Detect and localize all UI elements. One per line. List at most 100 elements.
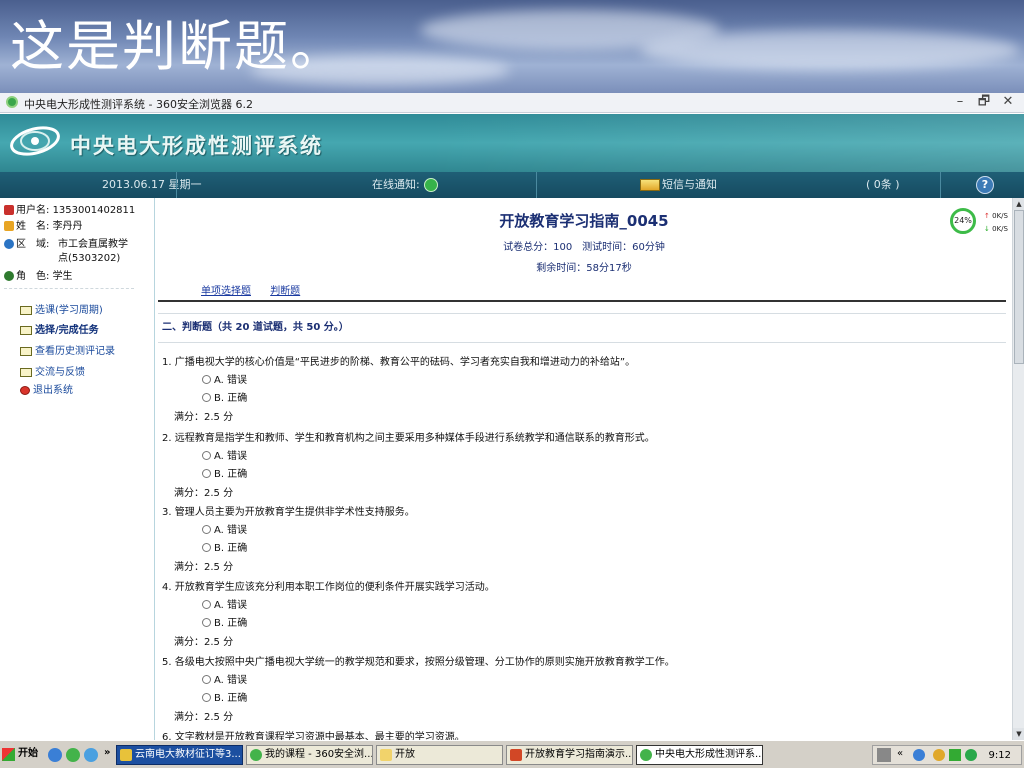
mail-icon [640,179,660,191]
messages-label: 短信与通知 [662,178,717,191]
close-button[interactable]: ✕ [998,94,1018,110]
question-score: 满分：2.5 分 [174,562,234,573]
menu-history[interactable]: 查看历史测评记录 [20,345,115,359]
volume-icon[interactable] [913,749,925,761]
question-text: 5. 各级电大按照中央广播电视大学统一的教学规范和要求，按照分级管理、分工协作的… [162,657,675,668]
tab-true-false[interactable]: 判断题 [270,286,300,297]
radio-button[interactable] [202,693,211,702]
browser-logo-icon [6,96,18,108]
menu-feedback[interactable]: 交流与反馈 [20,366,85,380]
question-4: 4. 开放教育学生应该充分利用本职工作岗位的便利条件开展实践学习活动。 A. 错… [162,578,495,648]
taskbar-item-1[interactable]: 云南电大教材征订等3... [116,745,243,765]
browser-icon [640,749,652,761]
option-b[interactable]: B. 正确 [202,689,675,704]
question-score: 满分：2.5 分 [174,712,234,723]
exam-title: 开放教育学习指南_0045 [499,212,669,230]
menu-logout[interactable]: 退出系统 [20,384,73,398]
person-icon [4,221,14,231]
message-count: ( 0条 ) [866,178,900,191]
app-icon [120,749,132,761]
radio-button[interactable] [202,600,211,609]
online-notice-label: 在线通知: [372,178,420,191]
keyboard-icon[interactable] [877,748,891,762]
user-icon [4,205,14,215]
option-b[interactable]: B. 正确 [202,389,635,404]
radio-button[interactable] [202,469,211,478]
window-title: 中央电大形成性测评系统 - 360安全浏览器 6.2 [24,98,253,111]
start-button[interactable]: 开始 [2,745,38,765]
option-b[interactable]: B. 正确 [202,539,415,554]
taskbar-item-3[interactable]: 开放 [376,745,503,765]
user-region-value-2: 点(5303202) [58,253,121,264]
upload-speed: ↑ 0K/S [984,212,1008,220]
taskbar-item-5[interactable]: 中央电大形成性测评系... [636,745,763,765]
ie-icon[interactable] [48,748,62,762]
radio-button[interactable] [202,375,211,384]
slide-title: 这是判断题。 [10,15,346,78]
radio-button[interactable] [202,543,211,552]
question-5: 5. 各级电大按照中央广播电视大学统一的教学规范和要求，按照分级管理、分工协作的… [162,653,675,723]
option-b[interactable]: B. 正确 [202,614,495,629]
vertical-scrollbar[interactable]: ▲ ▼ [1012,198,1024,740]
minimize-button[interactable]: – [950,94,970,110]
option-a[interactable]: A. 错误 [202,521,415,536]
taskbar-item-4[interactable]: 开放教育学习指南演示... [506,745,633,765]
top-navbar: 2013.06.17 星期一 在线通知: 短信与通知 ( 0条 ) ? [0,172,1024,198]
menu-tasks[interactable]: 选择/完成任务 [20,324,99,338]
security-icon[interactable] [965,749,977,761]
windows-logo-icon [2,748,15,761]
clock: 9:12 [988,750,1011,761]
tray-expand-icon[interactable]: « [897,748,903,759]
option-a[interactable]: A. 错误 [202,447,655,462]
quicklaunch-icon[interactable] [84,748,98,762]
radio-button[interactable] [202,675,211,684]
restore-button[interactable]: 🗗 [974,94,994,110]
signal-icon[interactable] [949,749,961,761]
messages-link[interactable]: 短信与通知 [640,172,717,198]
browser-icon[interactable] [66,748,80,762]
radio-button[interactable] [202,618,211,627]
question-6: 6. 文字教材是开放教育课程学习资源中最基本、最主要的学习资源。 [162,728,465,740]
question-2: 2. 远程教育是指学生和教师、学生和教育机构之间主要采用多种媒体手段进行系统教学… [162,429,655,499]
option-b[interactable]: B. 正确 [202,465,655,480]
slide-banner: 这是判断题。 [0,0,1024,93]
user-region-value-1: 市工会直属教学 [58,239,128,250]
current-date: 2013.06.17 星期一 [102,178,202,191]
radio-button[interactable] [202,525,211,534]
notice-icon[interactable] [423,178,438,192]
question-text: 1. 广播电视大学的核心价值是“平民进步的阶梯、教育公平的砝码、学习者充实自我和… [162,357,636,368]
help-icon[interactable]: ? [976,176,994,194]
book-icon [20,305,32,315]
user-role: 角 色: 学生 [4,270,73,283]
question-text: 4. 开放教育学生应该充分利用本职工作岗位的便利条件开展实践学习活动。 [162,582,495,593]
more-chevron-icon[interactable]: » [104,747,110,758]
role-icon [4,271,14,281]
option-a[interactable]: A. 错误 [202,596,495,611]
user-region: 区 域: [4,238,49,251]
scroll-up-arrow-icon[interactable]: ▲ [1013,198,1024,210]
taskbar-item-2[interactable]: 我的课程 - 360安全浏... [246,745,373,765]
online-notice[interactable]: 在线通知: [372,172,438,198]
network-speed-widget[interactable]: 24% ↑ 0K/S ↓ 0K/S [950,206,1020,238]
exam-meta: 试卷总分：100 测试时间：60分钟 [503,242,665,253]
network-icon[interactable] [933,749,945,761]
scroll-down-arrow-icon[interactable]: ▼ [1013,728,1024,740]
remaining-time: 剩余时间：58分17秒 [536,263,632,274]
section-heading: 二、判断题（共 20 道试题，共 50 分。） [158,313,1006,343]
option-a[interactable]: A. 错误 [202,371,635,386]
browser-title-bar: 中央电大形成性测评系统 - 360安全浏览器 6.2 – 🗗 ✕ [0,93,1024,113]
radio-button[interactable] [202,393,211,402]
tab-single-choice[interactable]: 单项选择题 [201,286,251,297]
book-icon [20,367,32,377]
option-a[interactable]: A. 错误 [202,671,675,686]
scroll-thumb[interactable] [1014,210,1024,364]
radio-button[interactable] [202,451,211,460]
university-emblem-icon [10,126,60,156]
question-score: 满分：2.5 分 [174,637,234,648]
menu-select-course[interactable]: 选课(学习周期) [20,304,103,318]
app-name: 中央电大形成性测评系统 [70,134,323,158]
system-tray: « 9:12 [872,745,1022,765]
question-1: 1. 广播电视大学的核心价值是“平民进步的阶梯、教育公平的砝码、学习者充实自我和… [162,353,635,423]
question-score: 满分：2.5 分 [174,488,234,499]
globe-icon [4,239,14,249]
